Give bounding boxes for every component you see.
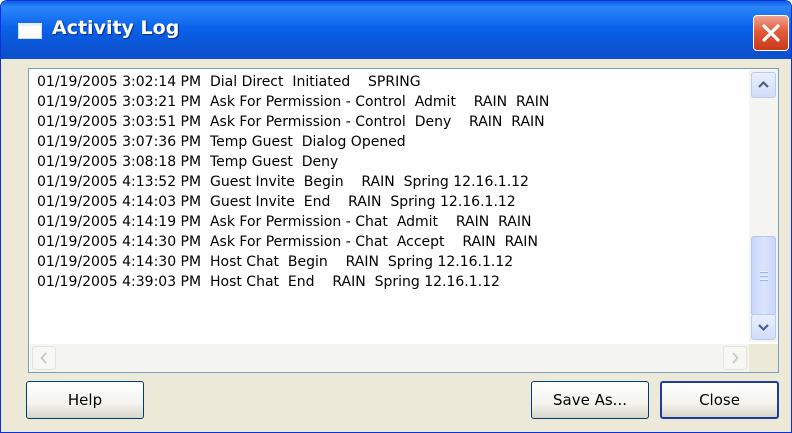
log-entry: 01/19/2005 4:14:19 PM Ask For Permission…	[37, 214, 532, 230]
log-entry: 01/19/2005 3:08:18 PM Temp Guest Deny	[37, 154, 339, 170]
chevron-right-icon	[732, 352, 739, 364]
activity-log-window: Activity Log 01/19/2005 3:02:14 PM Dial …	[0, 0, 792, 433]
chevron-up-icon	[758, 80, 769, 88]
log-entry: 01/19/2005 3:03:21 PM Ask For Permission…	[37, 94, 550, 110]
chevron-down-icon	[758, 324, 769, 332]
scrollbar-corner	[749, 344, 778, 372]
log-entry: 01/19/2005 3:07:36 PM Temp Guest Dialog …	[37, 134, 406, 150]
scroll-thumb[interactable]	[751, 236, 776, 316]
log-entry: 01/19/2005 4:14:30 PM Host Chat Begin RA…	[37, 254, 514, 270]
vertical-scrollbar[interactable]	[749, 70, 778, 342]
close-x-button[interactable]	[753, 15, 789, 51]
window-title: Activity Log	[52, 17, 180, 39]
log-entry: 01/19/2005 4:39:03 PM Host Chat End RAIN…	[37, 274, 500, 290]
dialog-body: 01/19/2005 3:02:14 PM Dial Direct Initia…	[4, 59, 788, 429]
close-x-icon	[762, 24, 780, 42]
help-button[interactable]: Help	[26, 381, 144, 419]
save-as-button[interactable]: Save As...	[531, 381, 649, 419]
log-entry: 01/19/2005 4:13:52 PM Guest Invite Begin…	[37, 174, 529, 190]
window-icon	[18, 23, 42, 39]
horizontal-scrollbar[interactable]	[30, 344, 749, 372]
log-entry: 01/19/2005 3:02:14 PM Dial Direct Initia…	[37, 74, 421, 90]
scroll-up-button[interactable]	[751, 72, 776, 98]
close-button[interactable]: Close	[660, 381, 779, 419]
log-entry: 01/19/2005 4:14:03 PM Guest Invite End R…	[37, 194, 516, 210]
log-lines: 01/19/2005 3:02:14 PM Dial Direct Initia…	[37, 72, 742, 342]
chevron-left-icon	[40, 352, 47, 364]
activity-log-list[interactable]: 01/19/2005 3:02:14 PM Dial Direct Initia…	[28, 68, 779, 373]
scroll-right-button[interactable]	[723, 346, 747, 370]
scroll-down-button[interactable]	[751, 314, 776, 340]
log-entry: 01/19/2005 3:03:51 PM Ask For Permission…	[37, 114, 545, 130]
title-bar[interactable]: Activity Log	[1, 1, 791, 59]
scroll-left-button[interactable]	[32, 346, 56, 370]
log-entry: 01/19/2005 4:14:30 PM Ask For Permission…	[37, 234, 538, 250]
